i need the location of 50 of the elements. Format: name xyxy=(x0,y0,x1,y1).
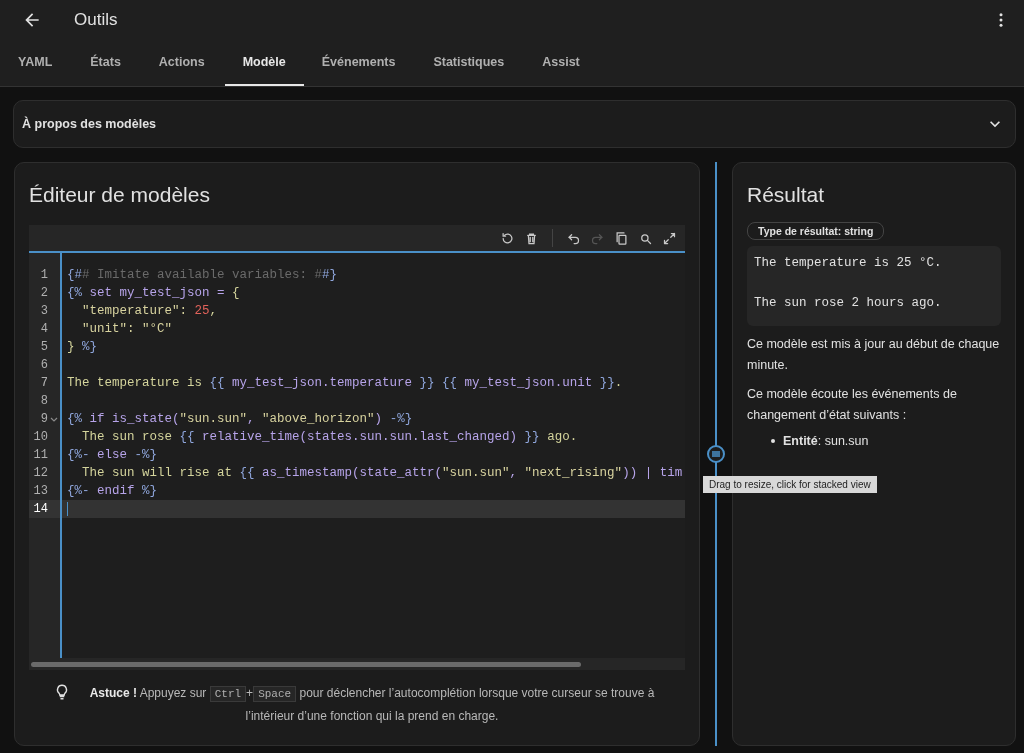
line-number: 13 xyxy=(33,484,48,498)
line-number: 3 xyxy=(40,304,48,318)
scrollbar[interactable] xyxy=(31,661,581,667)
tab[interactable]: Assist xyxy=(524,40,600,86)
line-number: 14 xyxy=(33,502,48,516)
tab[interactable]: YAML xyxy=(0,40,73,86)
line-number: 9 xyxy=(40,412,48,426)
code-line: "unit": "°C" xyxy=(81,322,173,336)
about-expander[interactable]: À propos des modèles xyxy=(13,100,1016,148)
code-line: "temperature": 25, xyxy=(81,304,218,318)
note-text: Ce modèle est mis à jour au début de chaque minute. xyxy=(747,336,1001,374)
code-line: The sun will rise at {{ as_timestamp(state_attr("sun.sun", "next_rising")) | tim xyxy=(81,466,683,480)
code-line: The temperature is {{ my_test_json.temperature }} {{ my_test_json.unit }}. xyxy=(67,376,623,390)
code-line: {%- else -%} xyxy=(67,448,158,462)
line-number: 10 xyxy=(33,430,48,444)
code-line: {## Imitate available variables: ##} xyxy=(67,268,338,282)
tab[interactable]: États xyxy=(72,40,141,86)
result-output: The temperature is 25 °C. The sun rose 2 hours ago. xyxy=(747,246,1001,326)
line-number: 2 xyxy=(40,286,48,300)
tab[interactable]: Statistiques xyxy=(415,40,525,86)
tip-text: Astuce ! Appuyez sur Ctrl + Space pour déclencher l’autocomplétion lorsque votre curseur se trouve à l’intérieur d’une fonction qui la prend en charge. xyxy=(88,685,656,725)
line-number: 12 xyxy=(33,466,48,480)
card-title: Éditeur de modèles xyxy=(29,183,211,207)
code-line: } %} xyxy=(67,340,98,354)
page-title: Outils xyxy=(74,10,119,30)
note-text: Ce modèle écoute les événements de changement d’état suivants : xyxy=(747,386,958,424)
line-number: 7 xyxy=(40,376,48,390)
tab[interactable]: Événements xyxy=(303,40,416,86)
result-type-chip: Type de résultat: string xyxy=(747,222,885,240)
line-number: 1 xyxy=(40,268,48,282)
tooltip: Drag to resize, click for stacked view xyxy=(703,476,877,493)
tab[interactable]: Actions xyxy=(140,40,225,86)
reset-icon[interactable] xyxy=(500,230,515,246)
code-line: {% if is_state("sun.sun", "above_horizon") -%} xyxy=(67,412,413,426)
line-number: 5 xyxy=(40,340,48,354)
resize-handle[interactable] xyxy=(706,444,726,464)
trash-icon[interactable] xyxy=(524,230,539,246)
tab[interactable]: Modèle xyxy=(224,40,304,86)
line-number: 11 xyxy=(33,448,48,462)
line-number: 4 xyxy=(40,322,48,336)
expand-icon[interactable] xyxy=(662,230,677,246)
fold-icon[interactable] xyxy=(50,416,58,424)
listener-entry: Entité: sun.sun xyxy=(783,434,869,448)
code-line: The sun rose {{ relative_time(states.sun.sun.last_changed) }} ago. xyxy=(81,430,578,444)
copy-icon[interactable] xyxy=(614,230,629,246)
card-title: Résultat xyxy=(747,183,826,207)
code-line: {% set my_test_json = { xyxy=(67,286,240,300)
code-line: {%- endif %} xyxy=(67,484,158,498)
line-number: 6 xyxy=(40,358,48,372)
line-number: 8 xyxy=(40,394,48,408)
